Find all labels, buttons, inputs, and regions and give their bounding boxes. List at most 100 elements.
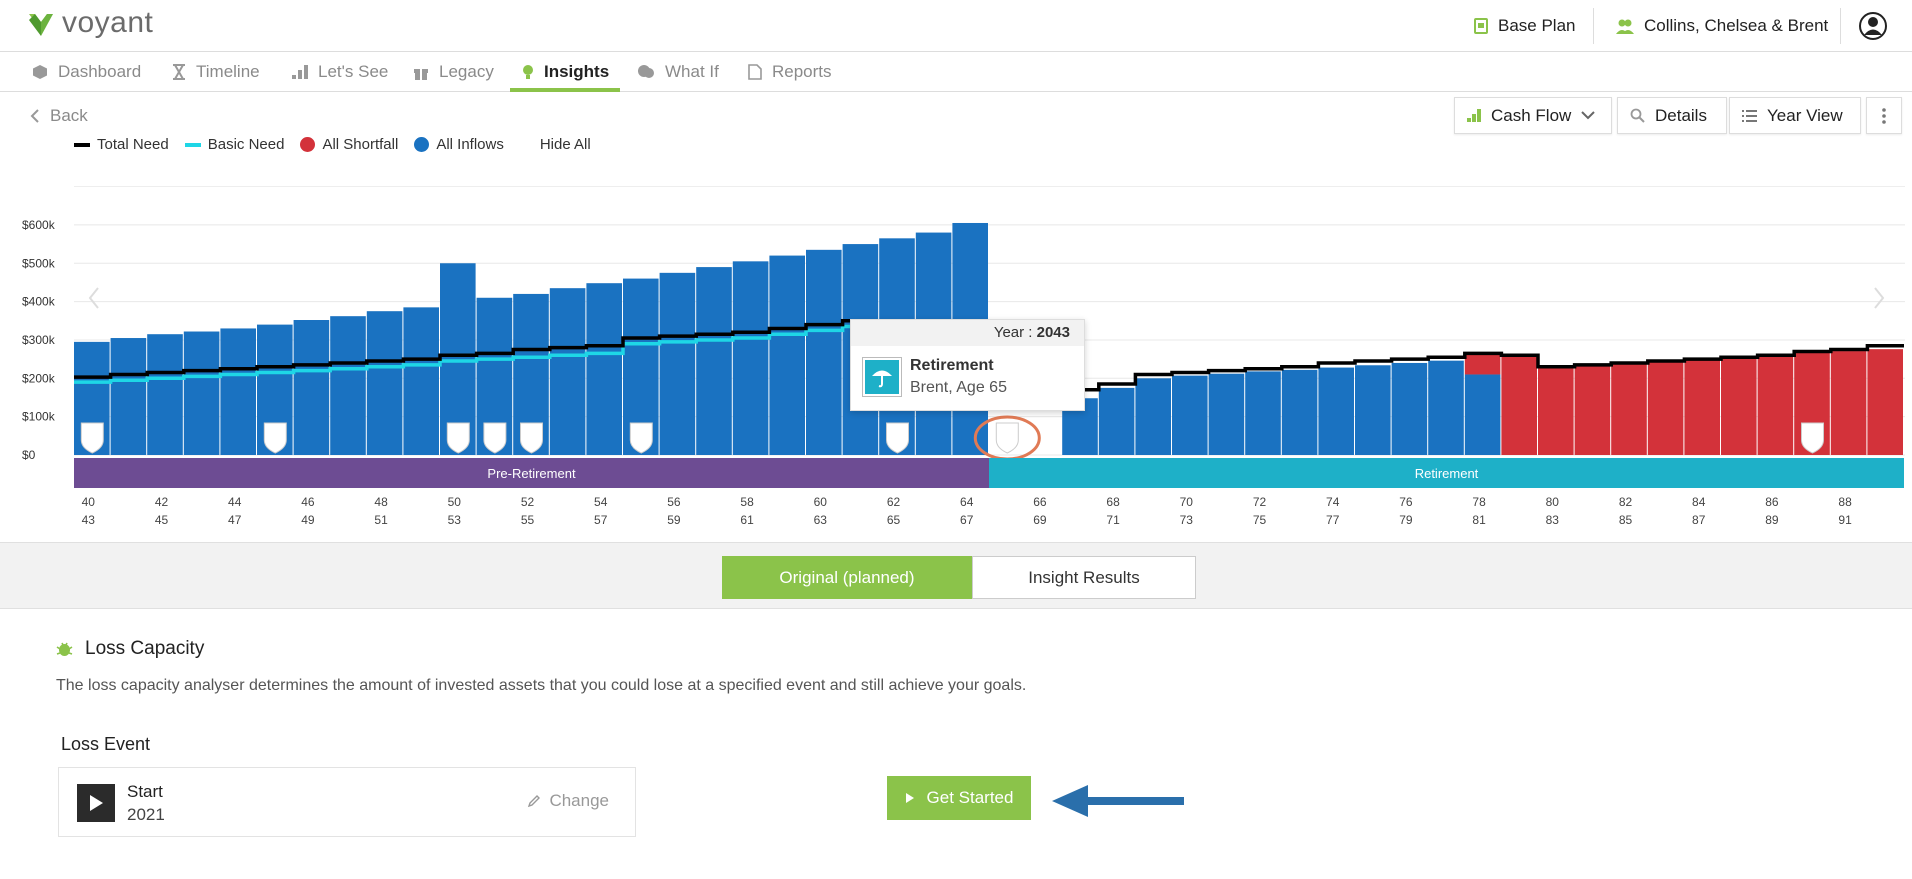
x-tick-label-secondary: 57 xyxy=(594,513,608,527)
nav-label: Reports xyxy=(772,62,832,81)
legend-total-need[interactable]: Total Need xyxy=(74,136,169,153)
divider xyxy=(1593,8,1594,44)
x-tick-label-secondary: 67 xyxy=(960,513,974,527)
x-tick-label-secondary: 79 xyxy=(1399,513,1413,527)
x-tick-label-secondary: 73 xyxy=(1180,513,1194,527)
x-tick-label: 50 xyxy=(448,495,462,509)
bar-chart-icon xyxy=(1467,109,1481,122)
details-button[interactable]: Details xyxy=(1617,97,1727,134)
shortfall-bar xyxy=(1611,363,1647,455)
nav-legacy[interactable]: Legacy xyxy=(413,52,494,92)
shortfall-bar xyxy=(1684,359,1720,455)
user-profile-button[interactable] xyxy=(1858,0,1888,52)
inflow-bar xyxy=(220,328,256,455)
cash-flow-dropdown[interactable]: Cash Flow xyxy=(1454,97,1612,134)
x-tick-label-secondary: 77 xyxy=(1326,513,1340,527)
shortfall-bar xyxy=(1501,355,1537,455)
inflow-bar xyxy=(659,272,696,455)
x-tick-label-secondary: 59 xyxy=(667,513,681,527)
inflow-bar xyxy=(330,316,366,455)
play-icon xyxy=(905,793,914,803)
voyant-logo[interactable]: voyant xyxy=(26,6,153,40)
x-tick-label-secondary: 49 xyxy=(301,513,315,527)
shortfall-bar xyxy=(1647,361,1684,455)
client-selector[interactable]: Collins, Chelsea & Brent xyxy=(1616,0,1828,52)
shortfall-bar xyxy=(1574,366,1611,455)
inflow-bar xyxy=(769,255,805,455)
legend-all-inflows[interactable]: All Inflows xyxy=(414,136,504,153)
insight-results-toggle[interactable]: Insight Results xyxy=(972,556,1196,599)
x-tick-label-secondary: 55 xyxy=(521,513,535,527)
event-marker-shield-icon xyxy=(80,422,104,454)
change-button[interactable]: Change xyxy=(527,791,609,811)
x-tick-label-secondary: 69 xyxy=(1033,513,1047,527)
x-tick-label: 66 xyxy=(1033,495,1047,509)
basic-need-swatch xyxy=(184,142,201,147)
event-marker-shield-icon xyxy=(446,422,470,454)
x-tick-label-secondary: 81 xyxy=(1472,513,1486,527)
y-tick-label: $200k xyxy=(22,371,56,385)
nav-insights[interactable]: Insights xyxy=(522,52,609,92)
chevron-down-icon xyxy=(1581,111,1596,120)
x-tick-label-secondary: 53 xyxy=(448,513,462,527)
brain-icon xyxy=(638,65,654,78)
year-view-button[interactable]: Year View xyxy=(1729,97,1861,134)
x-tick-label: 86 xyxy=(1765,495,1779,509)
play-icon xyxy=(77,784,115,822)
nav-reports[interactable]: Reports xyxy=(748,52,832,92)
nav-label: Timeline xyxy=(196,62,260,81)
back-button[interactable]: Back xyxy=(30,106,88,126)
inflow-bar xyxy=(366,311,403,455)
inflow-bar xyxy=(1464,374,1501,455)
chevron-right-icon xyxy=(1874,287,1885,309)
y-tick-label: $600k xyxy=(22,218,56,232)
x-tick-label: 78 xyxy=(1472,495,1486,509)
gift-icon xyxy=(414,69,428,80)
x-tick-label: 44 xyxy=(228,495,242,509)
legend-label: All Inflows xyxy=(436,136,504,153)
year-view-label: Year View xyxy=(1767,105,1843,125)
x-tick-label-secondary: 43 xyxy=(82,513,96,527)
logo-text: voyant xyxy=(62,6,154,39)
original-planned-toggle[interactable]: Original (planned) xyxy=(722,556,972,599)
hourglass-icon xyxy=(173,64,185,80)
hide-all-label: Hide All xyxy=(539,136,591,153)
pointer-arrow-icon xyxy=(1052,785,1184,817)
top-bar: voyant Base Plan Collins, Chelsea & Bren… xyxy=(0,0,1912,52)
x-tick-label: 60 xyxy=(814,495,828,509)
shortfall-bar xyxy=(1721,357,1757,455)
x-tick-label: 46 xyxy=(301,495,315,509)
event-marker-shield-icon xyxy=(1801,422,1824,454)
legend-basic-need[interactable]: Basic Need xyxy=(184,136,284,153)
x-tick-label: 64 xyxy=(960,495,974,509)
x-tick-label: 48 xyxy=(374,495,388,509)
nav-dashboard[interactable]: Dashboard xyxy=(32,52,141,92)
chevron-left-icon xyxy=(30,109,39,123)
event-marker-shield-icon xyxy=(263,422,287,454)
x-tick-label: 76 xyxy=(1399,495,1413,509)
x-tick-label-secondary: 63 xyxy=(814,513,828,527)
base-plan-button[interactable]: Base Plan xyxy=(1474,0,1576,52)
get-started-button[interactable]: Get Started xyxy=(887,776,1031,820)
legend-all-shortfall[interactable]: All Shortfall xyxy=(300,136,398,153)
back-label: Back xyxy=(50,106,88,125)
x-tick-label: 62 xyxy=(887,495,901,509)
nav-timeline[interactable]: Timeline xyxy=(172,52,260,92)
base-plan-label: Base Plan xyxy=(1498,16,1576,35)
x-tick-label-secondary: 65 xyxy=(887,513,901,527)
get-started-label: Get Started xyxy=(926,788,1014,807)
hide-all-button[interactable]: Hide All xyxy=(540,136,591,153)
nav-label: What If xyxy=(665,62,719,81)
tooltip-year-label: Year : xyxy=(993,324,1037,341)
inflow-bar xyxy=(1428,360,1464,455)
change-label: Change xyxy=(549,791,609,810)
cash-flow-label: Cash Flow xyxy=(1491,105,1572,125)
inflow-bar xyxy=(110,338,147,455)
more-options-button[interactable] xyxy=(1866,97,1902,134)
divider xyxy=(1840,8,1841,44)
cube-icon xyxy=(33,65,47,79)
user-avatar-icon xyxy=(1859,12,1887,40)
nav-lets-see[interactable]: Let's See xyxy=(292,52,388,92)
x-tick-label-secondary: 83 xyxy=(1546,513,1560,527)
nav-what-if[interactable]: What If xyxy=(637,52,719,92)
